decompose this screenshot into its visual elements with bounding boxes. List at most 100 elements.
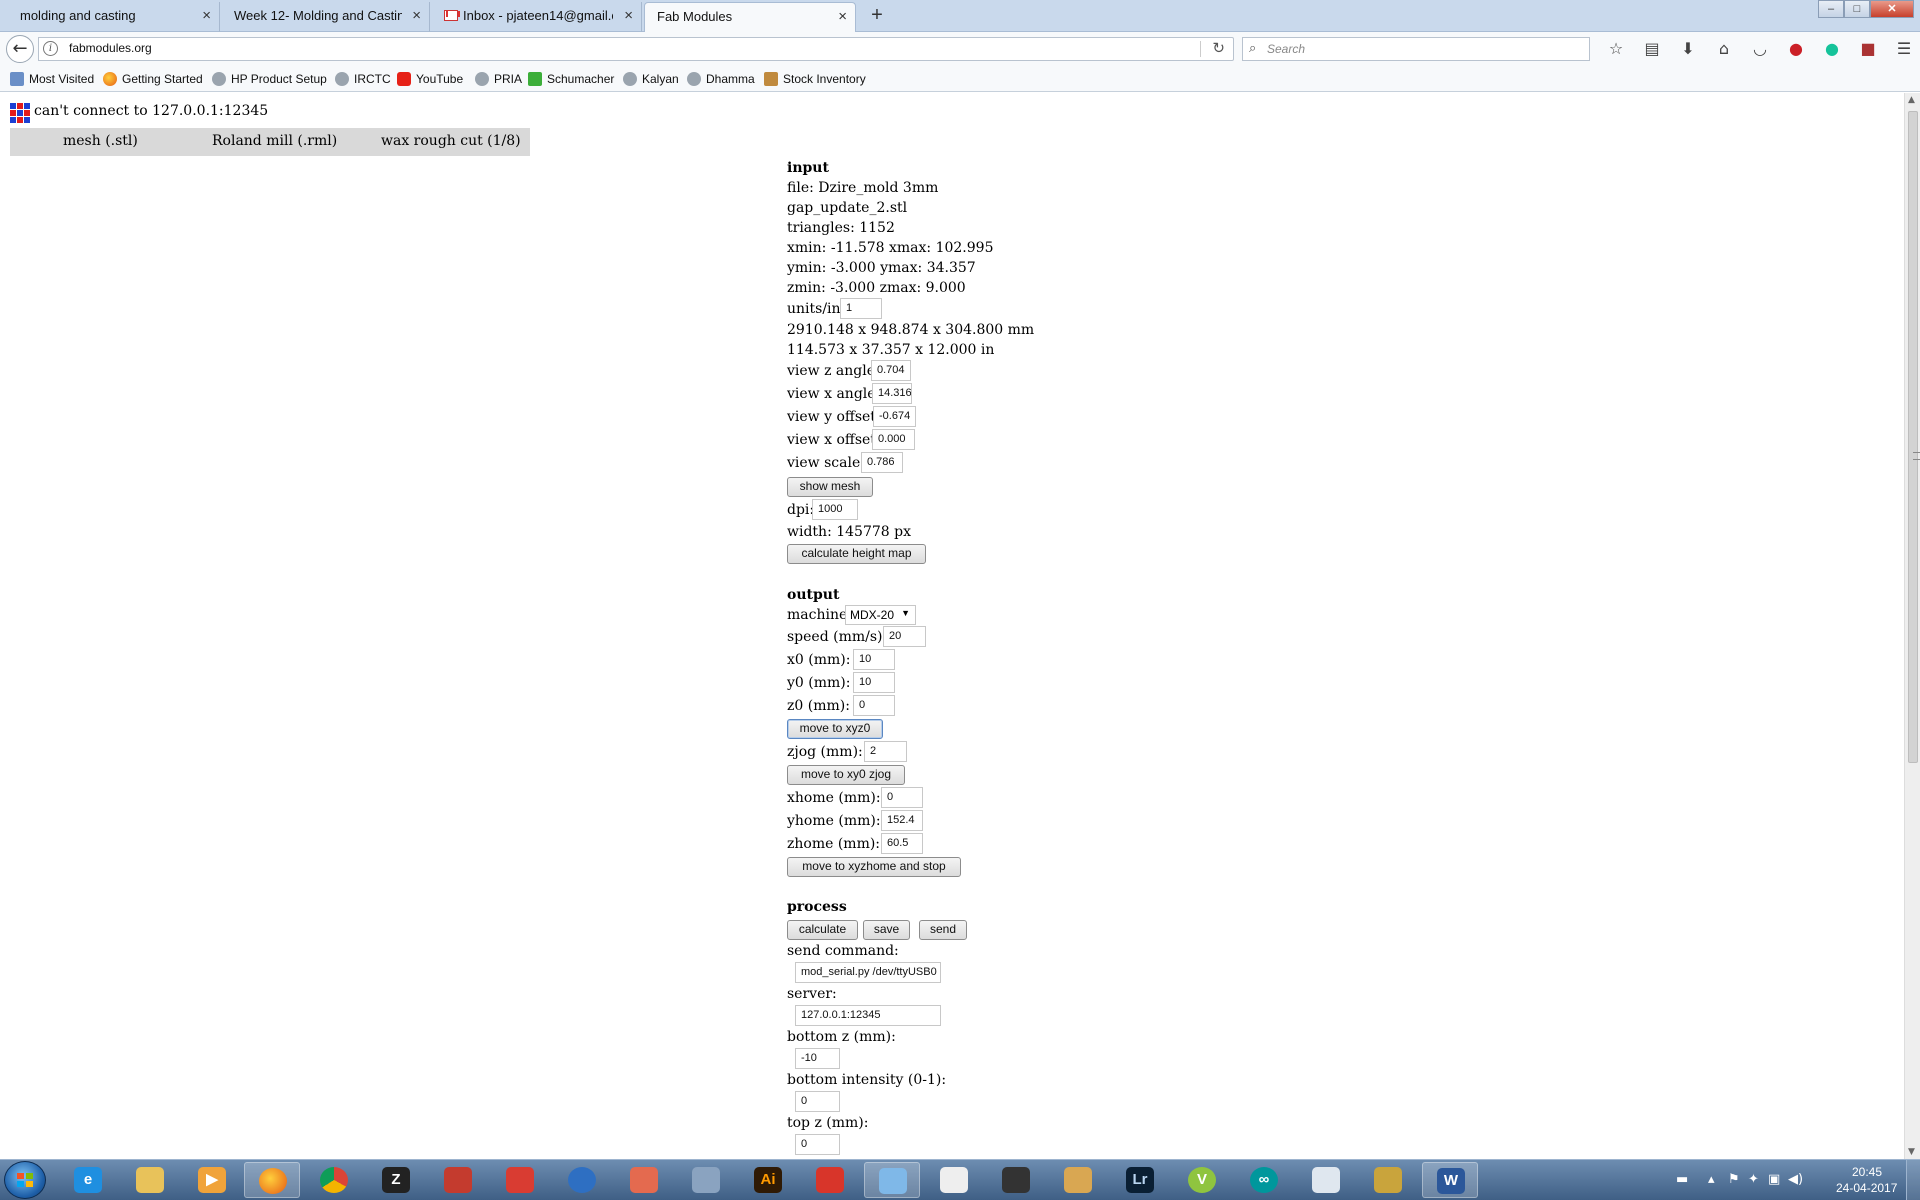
taskbar-sketchup[interactable] — [492, 1162, 548, 1198]
bookmark-pria[interactable]: PRIA — [475, 72, 522, 86]
bookmark-most-visited[interactable]: Most Visited — [10, 72, 94, 86]
scrollbar-thumb[interactable] — [1908, 111, 1920, 763]
units-field[interactable]: 1 — [840, 298, 882, 319]
volume-icon[interactable]: ◀) — [1788, 1172, 1803, 1187]
tab-week12-molding[interactable]: Week 12- Molding and Casting | F × — [222, 2, 430, 32]
start-button[interactable] — [4, 1161, 46, 1199]
bottom-z-field[interactable]: -10 — [795, 1048, 840, 1069]
new-tab-button[interactable]: + — [864, 2, 890, 30]
taskbar-vectr[interactable]: V — [1174, 1162, 1230, 1198]
close-icon[interactable]: × — [412, 2, 421, 30]
tab-fab-modules[interactable]: Fab Modules × — [644, 2, 856, 33]
view-z-angle-field[interactable]: 0.704 — [871, 360, 911, 381]
tab-inbox[interactable]: Inbox - pjateen14@gmail.com × — [432, 2, 642, 32]
move-to-xyz0-button[interactable]: move to xyz0 — [787, 719, 883, 739]
z0-field[interactable]: 0 — [853, 695, 895, 716]
taskbar-internet-explorer[interactable]: e — [60, 1162, 116, 1198]
home-icon[interactable]: ⌂ — [1706, 38, 1742, 60]
show-mesh-button[interactable]: show mesh — [787, 477, 873, 497]
taskbar-file-explorer[interactable] — [122, 1162, 178, 1198]
taskbar-arduino[interactable]: ∞ — [1236, 1162, 1292, 1198]
close-window-button[interactable]: ✕ — [1870, 0, 1914, 18]
bookmark-dhamma[interactable]: Dhamma — [687, 72, 755, 86]
taskbar-remote-desktop[interactable] — [1298, 1162, 1354, 1198]
bookmark-getting-started[interactable]: Getting Started — [103, 72, 203, 86]
yhome-field[interactable]: 152.4 — [881, 810, 923, 831]
module-mesh[interactable]: mesh (.stl) — [63, 133, 138, 149]
taskbar-app-red[interactable] — [430, 1162, 486, 1198]
module-wax-rough-cut[interactable]: wax rough cut (1/8) — [381, 133, 521, 149]
download-icon[interactable]: ⬇ — [1670, 38, 1706, 60]
top-z-field[interactable]: 0 — [795, 1134, 840, 1155]
view-x-angle-field[interactable]: 14.316 — [872, 383, 912, 404]
taskbar-inkscape[interactable] — [988, 1162, 1044, 1198]
taskbar-illustrator[interactable]: Ai — [740, 1162, 796, 1198]
clock-time[interactable]: 20:45 — [1852, 1165, 1882, 1179]
scroll-up-icon[interactable]: ▲ — [1908, 95, 1915, 105]
show-hidden-icons-icon[interactable]: ▴ — [1708, 1172, 1715, 1187]
grammarly-icon[interactable]: ● — [1814, 38, 1850, 60]
bookmark-irctc[interactable]: IRCTC — [335, 72, 391, 86]
send-command-field[interactable]: mod_serial.py /dev/ttyUSB0 — [795, 962, 941, 983]
maximize-button[interactable]: □ — [1844, 0, 1870, 18]
move-to-xy0-zjog-button[interactable]: move to xy0 zjog — [787, 765, 905, 785]
calculate-button[interactable]: calculate — [787, 920, 858, 940]
taskbar-printer-setup[interactable] — [926, 1162, 982, 1198]
zhome-field[interactable]: 60.5 — [881, 833, 923, 854]
reading-list-icon[interactable]: ▤ — [1634, 38, 1670, 60]
taskbar-presentation[interactable] — [616, 1162, 672, 1198]
taskbar-media-player[interactable]: ▶ — [184, 1162, 240, 1198]
machine-select[interactable]: MDX-20 ▼ — [845, 605, 916, 625]
star-icon[interactable]: ☆ — [1598, 38, 1634, 60]
back-button[interactable]: ← — [6, 35, 34, 63]
flag-icon[interactable]: ⚑ — [1728, 1172, 1740, 1187]
view-x-offset-field[interactable]: 0.000 — [872, 429, 915, 450]
menu-icon[interactable]: ☰ — [1886, 38, 1920, 60]
calculate-height-map-button[interactable]: calculate height map — [787, 544, 926, 564]
taskbar-paint[interactable] — [864, 1162, 920, 1198]
taskbar-pdf-tool[interactable] — [802, 1162, 858, 1198]
zjog-field[interactable]: 2 — [864, 741, 907, 762]
x0-field[interactable]: 10 — [853, 649, 895, 670]
taskbar-network-tool[interactable] — [554, 1162, 610, 1198]
save-button[interactable]: save — [863, 920, 910, 940]
taskbar-zbrush[interactable]: Z — [368, 1162, 424, 1198]
close-icon[interactable]: × — [838, 3, 847, 31]
module-roland-mill[interactable]: Roland mill (.rml) — [212, 133, 337, 149]
view-y-offset-field[interactable]: -0.674 — [873, 406, 916, 427]
keyboard-icon[interactable]: ▬ — [1676, 1172, 1688, 1187]
bookmark-stock-inventory[interactable]: Stock Inventory — [764, 72, 866, 86]
dpi-field[interactable]: 1000 — [812, 499, 858, 520]
pocket-icon[interactable]: ◡ — [1742, 38, 1778, 60]
dropbox-icon[interactable]: ✦ — [1748, 1172, 1759, 1187]
scroll-down-icon[interactable]: ▼ — [1908, 1147, 1915, 1157]
speed-field[interactable]: 20 — [883, 626, 926, 647]
taskbar-lightroom[interactable]: Lr — [1112, 1162, 1168, 1198]
taskbar-chrome[interactable] — [306, 1162, 362, 1198]
send-button[interactable]: send — [919, 920, 967, 940]
taskbar-word[interactable]: W — [1422, 1162, 1478, 1198]
show-desktop-button[interactable] — [1906, 1160, 1920, 1200]
y0-field[interactable]: 10 — [853, 672, 895, 693]
taskbar-pencil-tool[interactable] — [1360, 1162, 1416, 1198]
taskbar-firefox[interactable] — [244, 1162, 300, 1198]
close-icon[interactable]: × — [624, 2, 633, 30]
xhome-field[interactable]: 0 — [881, 787, 923, 808]
pinterest-icon[interactable]: ● — [1778, 38, 1814, 60]
close-icon[interactable]: × — [202, 2, 211, 30]
move-to-xyzhome-button[interactable]: move to xyzhome and stop — [787, 857, 961, 877]
bottom-intensity-field[interactable]: 0 — [795, 1091, 840, 1112]
taskbar-printer[interactable] — [678, 1162, 734, 1198]
tab-molding-and-casting[interactable]: molding and casting × — [8, 2, 220, 32]
url-bar[interactable]: i fabmodules.org ↻ — [38, 37, 1234, 61]
network-icon[interactable]: ▣ — [1768, 1172, 1780, 1187]
bookmark-hp-product-setup[interactable]: HP Product Setup — [212, 72, 327, 86]
page-scrollbar[interactable]: ▲ ▼ — [1904, 93, 1920, 1159]
view-scale-field[interactable]: 0.786 — [861, 452, 903, 473]
search-input[interactable]: ⌕ Search — [1242, 37, 1590, 61]
info-icon[interactable]: i — [43, 41, 58, 56]
taskbar-archive-tool[interactable] — [1050, 1162, 1106, 1198]
server-field[interactable]: 127.0.0.1:12345 — [795, 1005, 941, 1026]
bookmark-youtube[interactable]: YouTube — [397, 72, 463, 86]
reload-icon[interactable]: ↻ — [1212, 39, 1225, 57]
